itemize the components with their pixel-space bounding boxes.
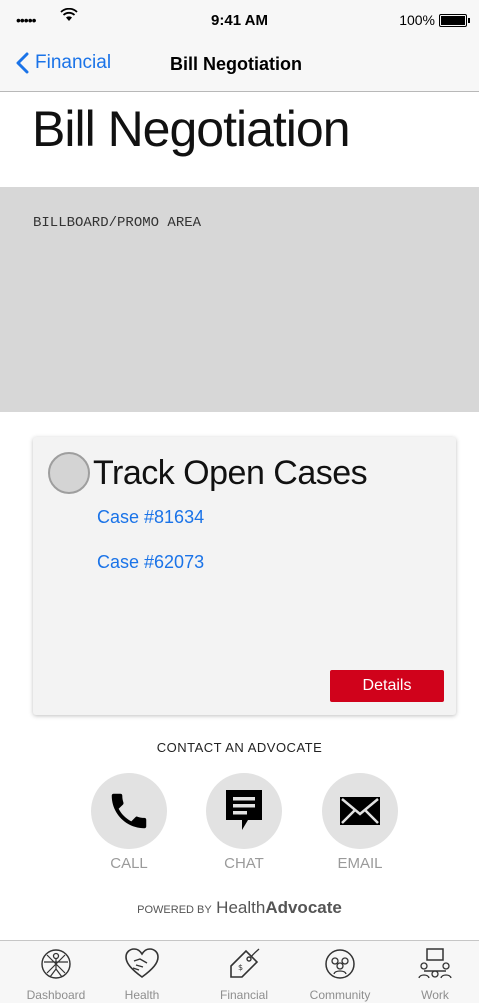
card-avatar-circle	[48, 452, 90, 494]
tab-label: Work	[421, 988, 449, 1002]
promo-label: BILLBOARD/PROMO AREA	[33, 215, 202, 231]
chevron-left-icon	[16, 52, 29, 74]
powered-prefix: POWERED BY	[137, 904, 212, 916]
svg-text:$: $	[238, 963, 243, 972]
nav-title: Bill Negotiation	[170, 54, 302, 74]
back-button[interactable]: Financial	[16, 52, 111, 74]
chat-icon	[206, 773, 282, 849]
brand-bold: Advocate	[265, 898, 342, 917]
call-button[interactable]: CALL	[89, 773, 169, 872]
contact-heading: CONTACT AN ADVOCATE	[156, 740, 323, 755]
email-button[interactable]: EMAIL	[320, 773, 400, 872]
tab-bar: Dashboard Health $ Financial Community W…	[0, 940, 479, 1003]
status-bar: ••••• 9:41 AM 100%	[0, 0, 479, 40]
chat-button[interactable]: CHAT	[204, 773, 284, 872]
tab-label: Community	[309, 988, 371, 1002]
email-icon	[322, 773, 398, 849]
track-cases-card: Track Open Cases Case #81634 Case #62073…	[33, 437, 456, 715]
brand-light: Health	[216, 898, 266, 917]
tab-community[interactable]: Community	[292, 947, 388, 1002]
case-link[interactable]: Case #81634	[97, 507, 204, 528]
chat-label: CHAT	[224, 855, 264, 872]
call-label: CALL	[110, 855, 148, 872]
heart-hands-icon	[125, 948, 159, 978]
tab-dashboard[interactable]: Dashboard	[8, 947, 104, 1002]
promo-area[interactable]: BILLBOARD/PROMO AREA	[0, 187, 479, 412]
tab-financial[interactable]: $ Financial	[196, 947, 292, 1002]
tab-label: Dashboard	[26, 988, 86, 1002]
phone-icon	[91, 773, 167, 849]
email-label: EMAIL	[337, 855, 383, 872]
tab-health[interactable]: Health	[94, 947, 190, 1002]
vitruvian-icon	[41, 949, 71, 979]
page-title: Bill Negotiation	[32, 101, 351, 157]
card-title: Track Open Cases	[93, 454, 368, 492]
brand-logo: HealthAdvocate	[216, 898, 342, 917]
case-link[interactable]: Case #62073	[97, 552, 204, 573]
battery-percent: 100%	[399, 12, 435, 28]
tab-label: Financial	[219, 988, 269, 1002]
battery-icon	[439, 14, 470, 27]
price-tag-icon: $	[230, 948, 260, 978]
tab-work[interactable]: Work	[387, 947, 479, 1002]
powered-by: POWERED BY HealthAdvocate	[0, 898, 479, 918]
back-label: Financial	[35, 52, 112, 73]
community-icon	[325, 949, 355, 979]
tab-label: Health	[124, 988, 160, 1002]
details-button[interactable]: Details	[330, 670, 444, 702]
meeting-icon	[418, 948, 452, 979]
navigation-bar: Financial Bill Negotiation	[0, 40, 479, 92]
